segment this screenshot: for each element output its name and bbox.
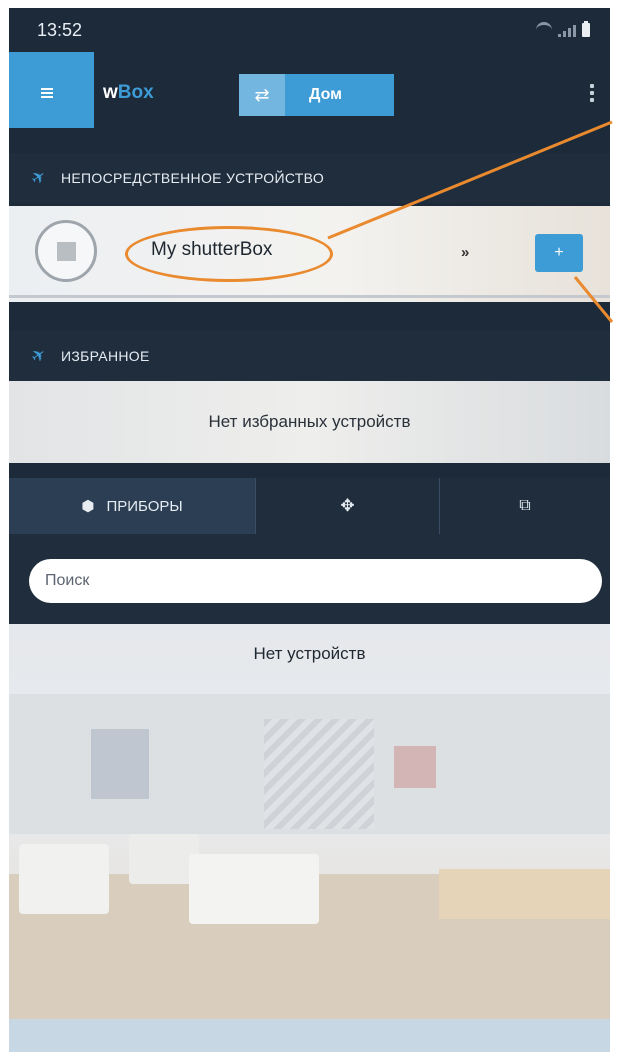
status-bar: 13:52: [9, 8, 610, 50]
phone-screen: 13:52 wBox ⇄ Дом ✈ НЕПОСРЕДСТВЕННОЕ УСТР…: [9, 8, 610, 1052]
no-devices-message: Нет устройств: [253, 644, 366, 663]
direct-device-title: НЕПОСРЕДСТВЕННОЕ УСТРОЙСТВО: [61, 170, 325, 186]
search-bar: [9, 534, 610, 624]
swap-arrows-icon: ⇄: [239, 74, 285, 116]
favorites-list: Нет избранных устройств: [9, 381, 610, 463]
favorites-title: ИЗБРАННОЕ: [61, 348, 150, 364]
logo-accent: Box: [117, 82, 154, 103]
tab-devices-label: ПРИБОРЫ: [106, 497, 183, 515]
add-device-button[interactable]: +: [535, 234, 583, 272]
scenes-icon: ⧉: [519, 497, 531, 514]
home-selector[interactable]: ⇄ Дом: [239, 74, 394, 116]
group-icon: ✥: [340, 496, 355, 515]
wifi-icon: [536, 22, 552, 37]
device-more-button[interactable]: »: [461, 244, 469, 261]
tab-bar: ⬢ ПРИБОРЫ ✥ ⧉: [9, 478, 610, 534]
overflow-menu-icon[interactable]: [588, 84, 596, 105]
tab-groups[interactable]: ✥: [255, 478, 439, 534]
home-label: Дом: [309, 86, 342, 103]
signal-icon: [558, 25, 576, 37]
device-name[interactable]: My shutterBox: [151, 239, 272, 261]
logo-prefix: w: [103, 82, 118, 103]
pin-icon: ✈: [27, 343, 50, 368]
system-icons: [536, 21, 590, 37]
device-list-area: Нет устройств: [9, 624, 610, 1052]
status-time: 13:52: [37, 20, 83, 40]
hamburger-icon: [41, 88, 53, 100]
shutter-device-icon[interactable]: [35, 220, 97, 282]
pin-icon: ✈: [27, 165, 50, 190]
search-input[interactable]: [29, 559, 602, 603]
app-logo: wBox: [103, 82, 154, 104]
battery-icon: [582, 21, 590, 37]
direct-device-header: ✈ НЕПОСРЕДСТВЕННОЕ УСТРОЙСТВО: [9, 153, 610, 203]
favorites-header: ✈ ИЗБРАННОЕ: [9, 331, 610, 381]
favorites-empty-message: Нет избранных устройств: [208, 412, 411, 431]
cube-icon: ⬢: [81, 498, 95, 515]
menu-button[interactable]: [9, 52, 94, 128]
divider: [9, 295, 610, 298]
device-row[interactable]: My shutterBox » +: [9, 206, 610, 302]
tab-scenes[interactable]: ⧉: [439, 478, 610, 534]
app-bar: wBox ⇄ Дом: [9, 50, 610, 128]
tab-devices[interactable]: ⬢ ПРИБОРЫ: [9, 478, 255, 534]
